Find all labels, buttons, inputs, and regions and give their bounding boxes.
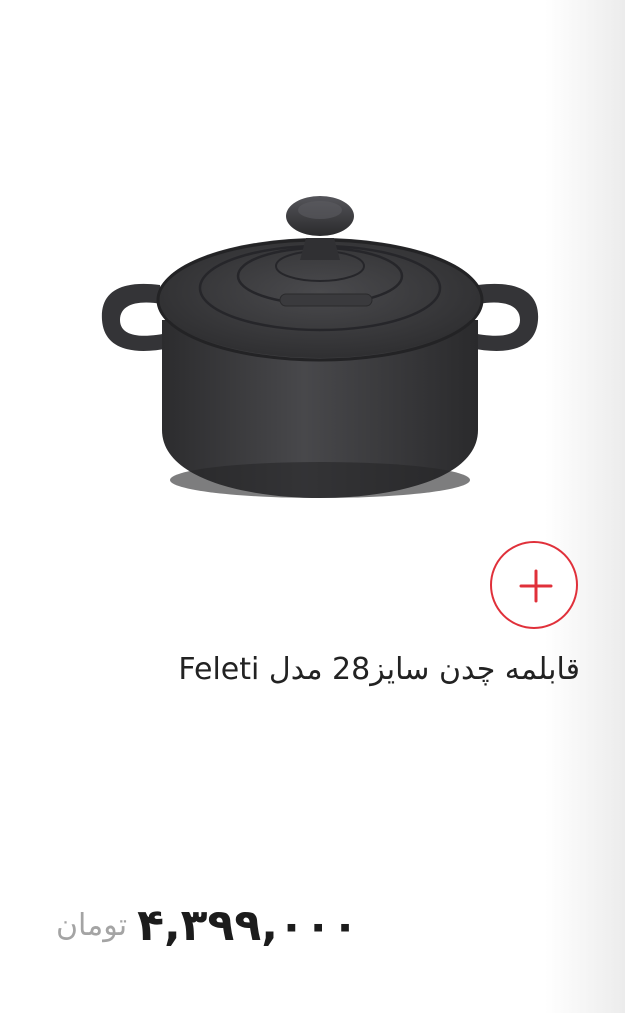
product-card[interactable]: قابلمه چدن سایز28 مدل Feleti ۴,۳۹۹,۰۰۰ ت…	[0, 0, 625, 1013]
price-row: ۴,۳۹۹,۰۰۰ تومان	[56, 885, 359, 965]
edge-shadow	[545, 0, 625, 1013]
product-image[interactable]	[90, 180, 550, 510]
price-currency: تومان	[56, 907, 128, 943]
plus-icon	[519, 569, 553, 603]
add-to-cart-button[interactable]	[490, 541, 578, 629]
product-title[interactable]: قابلمه چدن سایز28 مدل Feleti	[40, 648, 580, 692]
price-value: ۴,۳۹۹,۰۰۰	[137, 899, 359, 951]
